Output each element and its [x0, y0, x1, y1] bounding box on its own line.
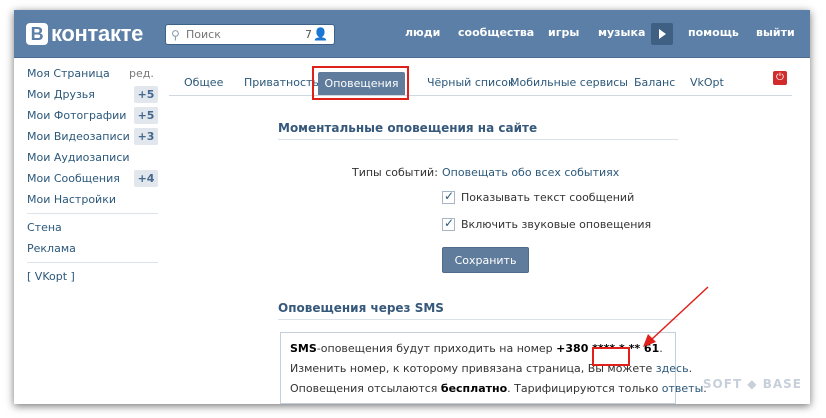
- tab-balance[interactable]: Баланс: [634, 76, 675, 89]
- sidebar-item-photos[interactable]: Мои Фотографии: [27, 109, 126, 122]
- sms-middle: -оповещения будут приходить на номер: [316, 342, 557, 355]
- sms-info-box: SMS-оповещения будут приходить на номер …: [280, 332, 707, 404]
- sidebar-item-wall[interactable]: Стена: [27, 221, 62, 234]
- play-icon[interactable]: [651, 23, 673, 45]
- change-end: .: [688, 362, 693, 375]
- sidebar-item-ads[interactable]: Реклама: [27, 242, 76, 255]
- power-icon[interactable]: ⏻: [773, 71, 787, 85]
- sidebar-item-vkopt[interactable]: [ VKopt ]: [27, 270, 75, 283]
- nav-people[interactable]: люди: [405, 26, 440, 39]
- edit-link[interactable]: ред.: [129, 67, 154, 80]
- sidebar-item-videos[interactable]: Мои Видеозаписи: [27, 130, 130, 143]
- watermark: SOFT ◆ BASE: [702, 377, 802, 391]
- badge-friends[interactable]: +5: [134, 86, 158, 103]
- sidebar: Моя Страница ред. Мои Друзья +5 Мои Фото…: [14, 58, 164, 404]
- tabs-divider: [169, 95, 792, 96]
- search-icon: ⚲: [171, 28, 180, 42]
- sidebar-divider: [27, 213, 158, 214]
- change-number-link[interactable]: здесь: [656, 362, 689, 375]
- person-icon: 👤: [313, 27, 328, 41]
- save-button[interactable]: Сохранить: [442, 247, 529, 273]
- sidebar-item-settings[interactable]: Мои Настройки: [27, 193, 116, 206]
- section-title-sms: Оповещения через SMS: [278, 301, 444, 315]
- replies-link[interactable]: ответы: [662, 382, 703, 395]
- logo[interactable]: В контакте: [26, 21, 144, 46]
- logo-icon: В: [26, 23, 48, 45]
- search-count: 7: [305, 28, 312, 41]
- pricing-mid: . Тарифицируются только: [507, 382, 662, 395]
- show-text-checkbox[interactable]: [442, 189, 455, 204]
- sidebar-item-audio[interactable]: Мои Аудиозаписи: [27, 151, 130, 164]
- annotation-highlight: [312, 66, 409, 100]
- logo-text: контакте: [51, 21, 144, 46]
- nav-communities[interactable]: сообщества: [458, 26, 534, 39]
- search-input[interactable]: [186, 27, 296, 42]
- tab-blacklist[interactable]: Чёрный список: [427, 76, 515, 89]
- badge-messages[interactable]: +4: [134, 170, 158, 187]
- nav-games[interactable]: игры: [548, 26, 579, 39]
- sms-line-change: Изменить номер, к которому привязана стр…: [290, 362, 692, 375]
- header: В контакте ⚲ 7 👤 люди сообщества игры му…: [14, 10, 810, 58]
- sidebar-item-messages[interactable]: Мои Сообщения: [27, 172, 120, 185]
- event-types-select[interactable]: Оповещать обо всех событиях: [442, 166, 619, 179]
- sidebar-item-my-page[interactable]: Моя Страница: [27, 67, 110, 80]
- sound-label[interactable]: Включить звуковые оповещения: [461, 218, 651, 231]
- sidebar-divider: [27, 262, 158, 263]
- sms-line-pricing: Оповещения отсылаются бесплатно. Тарифиц…: [290, 382, 707, 395]
- nav-help[interactable]: помощь: [688, 26, 739, 39]
- sidebar-item-friends[interactable]: Мои Друзья: [27, 88, 95, 101]
- nav-music[interactable]: музыка: [598, 26, 645, 39]
- nav-logout[interactable]: выйти: [756, 26, 795, 39]
- badge-photos[interactable]: +5: [134, 107, 158, 124]
- sms-end: .: [659, 342, 663, 355]
- free-label: бесплатно: [440, 382, 508, 395]
- sound-checkbox[interactable]: [442, 216, 455, 231]
- tab-general[interactable]: Общее: [184, 76, 223, 89]
- window: В контакте ⚲ 7 👤 люди сообщества игры му…: [14, 10, 810, 404]
- tab-privacy[interactable]: Приватность: [244, 76, 319, 89]
- sms-prefix: SMS: [290, 342, 317, 355]
- event-types-label: Типы событий:: [352, 166, 438, 179]
- annotation-here-highlight: [592, 347, 630, 366]
- settings-main: Общее Приватность Оповещения Чёрный спис…: [169, 58, 810, 404]
- badge-videos[interactable]: +3: [134, 128, 158, 145]
- show-text-label[interactable]: Показывать текст сообщений: [461, 191, 634, 204]
- tab-vkopt[interactable]: VkOpt: [690, 76, 724, 89]
- tab-mobile[interactable]: Мобильные сервисы: [510, 76, 628, 89]
- pricing-text: Оповещения отсылаются: [290, 382, 441, 395]
- section-divider: [278, 319, 678, 320]
- section-divider: [278, 139, 678, 140]
- search-box[interactable]: ⚲ 7 👤: [165, 24, 335, 45]
- section-title-instant: Моментальные оповещения на сайте: [278, 121, 538, 135]
